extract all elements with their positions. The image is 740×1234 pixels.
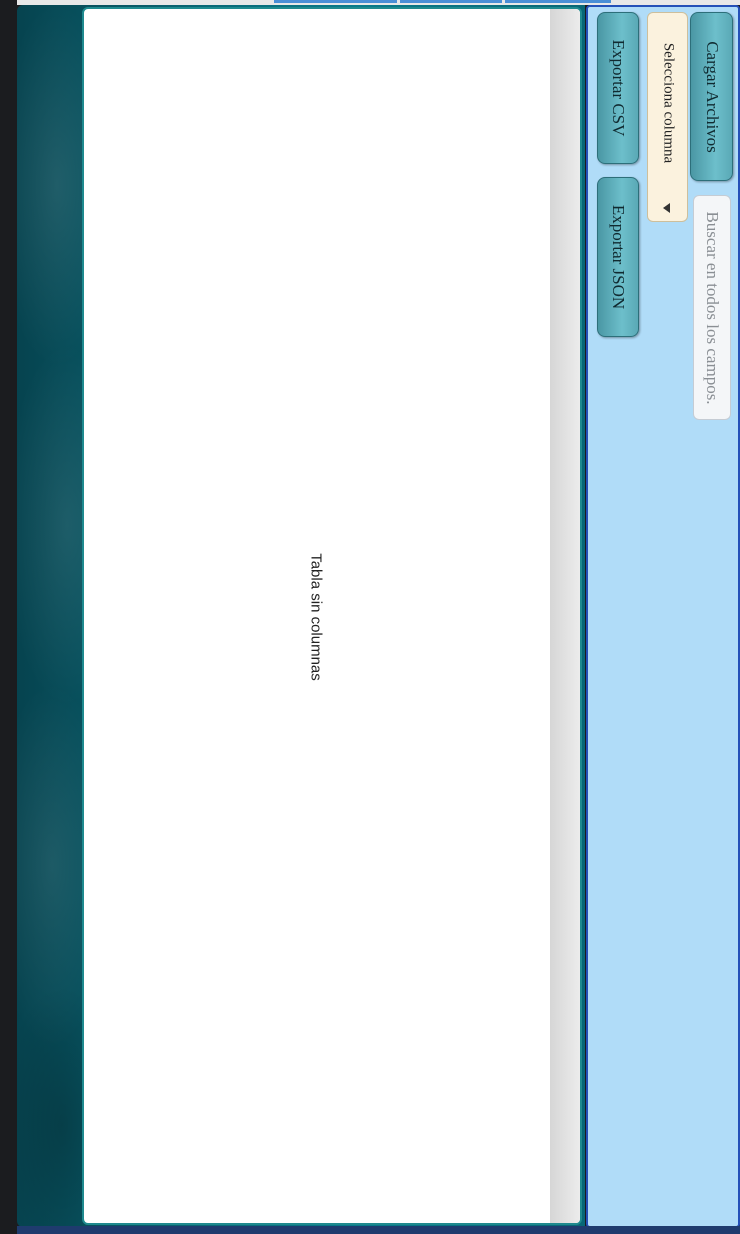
load-files-button[interactable]: Cargar Archivos [690, 12, 733, 181]
export-json-label: Exportar JSON [609, 204, 628, 310]
caret-left-icon [663, 203, 670, 213]
empty-table-message: Tabla sin columnas [307, 553, 325, 681]
search-placeholder: Buscar en todos los campos. [703, 210, 722, 405]
export-csv-button[interactable]: Exportar CSV [597, 12, 639, 164]
tab-strip-segment [274, 0, 397, 3]
table-scrollbar[interactable] [550, 9, 580, 1223]
search-input[interactable]: Buscar en todos los campos. [693, 195, 731, 420]
tab-strip-segment [400, 0, 502, 3]
export-csv-label: Exportar CSV [609, 39, 628, 137]
load-files-label: Cargar Archivos [702, 40, 722, 153]
bottom-taskbar-strip [17, 1226, 740, 1234]
column-select[interactable]: Selecciona columna [647, 12, 688, 222]
data-table-panel [82, 7, 582, 1225]
tab-strip-segment [505, 0, 611, 3]
column-select-value: Selecciona columna [660, 42, 676, 164]
export-json-button[interactable]: Exportar JSON [597, 177, 639, 337]
